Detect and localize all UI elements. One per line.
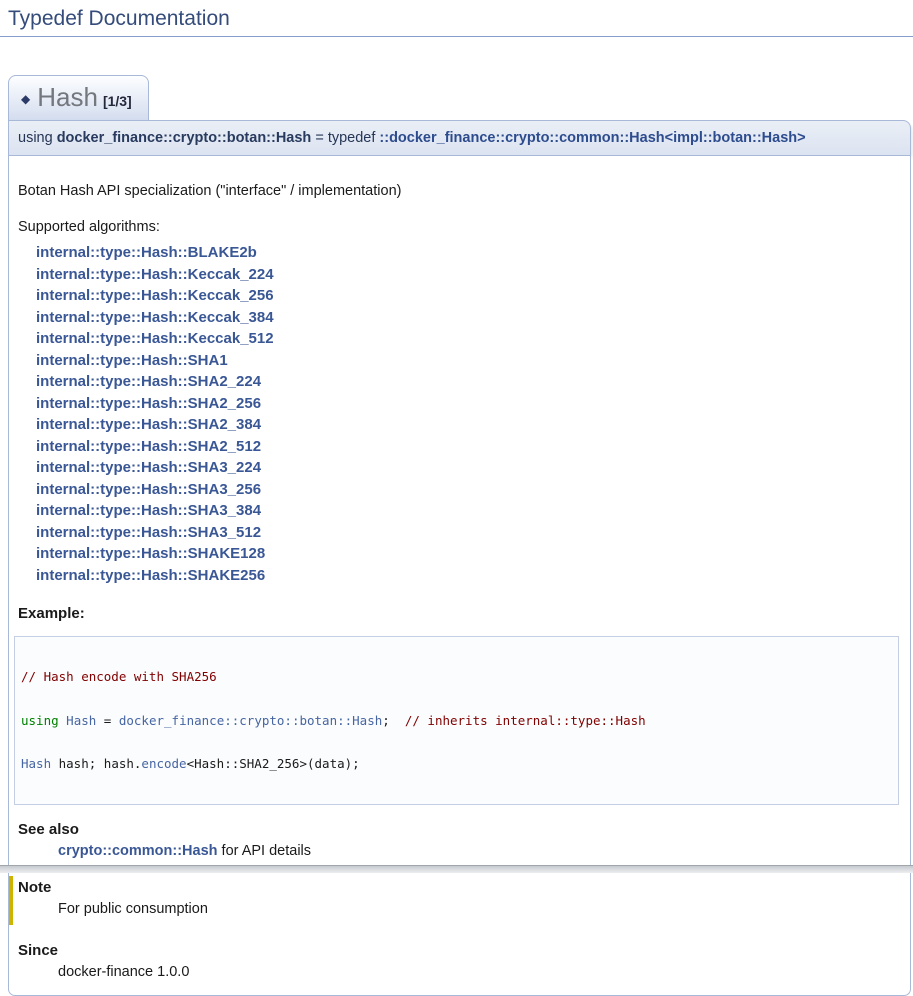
code-text: ; (382, 713, 405, 728)
page-title: Typedef Documentation (0, 0, 913, 37)
code-text: hash; hash. (51, 756, 141, 771)
permalink-diamond-icon[interactable]: ◆ (21, 92, 30, 106)
since-text: docker-finance 1.0.0 (58, 963, 901, 982)
see-also-link[interactable]: crypto::common::Hash (58, 843, 218, 859)
code-link-encode[interactable]: encode (141, 756, 186, 771)
footer-bar (0, 865, 913, 873)
decl-using-keyword: using (18, 130, 57, 146)
supported-algorithms-label: Supported algorithms: (18, 218, 901, 237)
example-label: Example: (18, 605, 901, 622)
code-comment: // inherits internal::type::Hash (405, 713, 646, 728)
code-line-2: using Hash = docker_finance::crypto::bot… (21, 714, 892, 728)
algorithm-link[interactable]: internal::type::Hash::Keccak_512 (36, 328, 274, 350)
member-description: Botan Hash API specialization ("interfac… (18, 182, 901, 201)
code-link-hash[interactable]: Hash (66, 713, 96, 728)
algorithm-link[interactable]: internal::type::Hash::Keccak_256 (36, 285, 274, 307)
decl-member-name: docker_finance::crypto::botan::Hash (57, 130, 312, 146)
see-also-text: for API details (218, 843, 312, 859)
code-line-3: Hash hash; hash.encode<Hash::SHA2_256>(d… (21, 757, 892, 771)
note-section: Note For public consumption (9, 876, 901, 925)
algorithm-link[interactable]: internal::type::Hash::SHA2_384 (36, 414, 261, 436)
algorithm-link[interactable]: internal::type::Hash::SHA3_512 (36, 522, 261, 544)
see-also-label: See also (18, 820, 901, 839)
algorithm-link[interactable]: internal::type::Hash::SHA3_224 (36, 457, 261, 479)
note-text: For public consumption (58, 900, 901, 919)
algorithm-link[interactable]: internal::type::Hash::SHA3_384 (36, 500, 261, 522)
code-link-botan-hash[interactable]: docker_finance::crypto::botan::Hash (119, 713, 382, 728)
note-label: Note (18, 878, 901, 897)
typedef-documentation-page: Typedef Documentation ◆ Hash [1/3] using d… (0, 0, 913, 873)
since-label: Since (18, 941, 901, 960)
code-text: <Hash::SHA2_256>(data); (187, 756, 360, 771)
algorithm-link[interactable]: internal::type::Hash::Keccak_384 (36, 307, 274, 329)
algorithm-link[interactable]: internal::type::Hash::SHA3_256 (36, 479, 261, 501)
algorithm-link[interactable]: internal::type::Hash::SHA1 (36, 350, 228, 372)
member-declaration-row: using docker_finance::crypto::botan::Has… (8, 120, 911, 156)
decl-equals-typedef: = typedef (311, 130, 379, 146)
code-link-hash[interactable]: Hash (21, 756, 51, 771)
code-comment: // Hash encode with SHA256 (21, 669, 217, 684)
code-example-block: // Hash encode with SHA256 using Hash = … (14, 636, 899, 805)
decl-type-link[interactable]: ::docker_finance::crypto::common::Hash<i… (379, 130, 805, 146)
algorithm-link[interactable]: internal::type::Hash::SHA2_256 (36, 393, 261, 415)
algorithm-link[interactable]: internal::type::Hash::SHA2_224 (36, 371, 261, 393)
code-line-1: // Hash encode with SHA256 (21, 670, 892, 684)
algorithm-link[interactable]: internal::type::Hash::SHA2_512 (36, 436, 261, 458)
code-text: = (96, 713, 119, 728)
member-name: Hash (37, 82, 98, 112)
algorithm-link[interactable]: internal::type::Hash::SHAKE128 (36, 543, 265, 565)
code-keyword-using: using (21, 713, 59, 728)
see-also-content: crypto::common::Hash for API details (58, 842, 901, 861)
member-overload-index: [1/3] (103, 93, 132, 109)
since-section: Since docker-finance 1.0.0 (18, 941, 901, 982)
see-also-section: See also crypto::common::Hash for API de… (18, 820, 901, 861)
algorithm-link[interactable]: internal::type::Hash::Keccak_224 (36, 264, 274, 286)
member-hash-section: ◆Hash[1/3] using docker_finance::crypto:… (0, 37, 913, 996)
algorithm-link[interactable]: internal::type::Hash::SHAKE256 (36, 565, 265, 587)
algorithm-link[interactable]: internal::type::Hash::BLAKE2b (36, 242, 257, 264)
member-tab: ◆ Hash [1/3] (8, 75, 149, 120)
algorithm-list: internal::type::Hash::BLAKE2binternal::t… (18, 242, 901, 586)
